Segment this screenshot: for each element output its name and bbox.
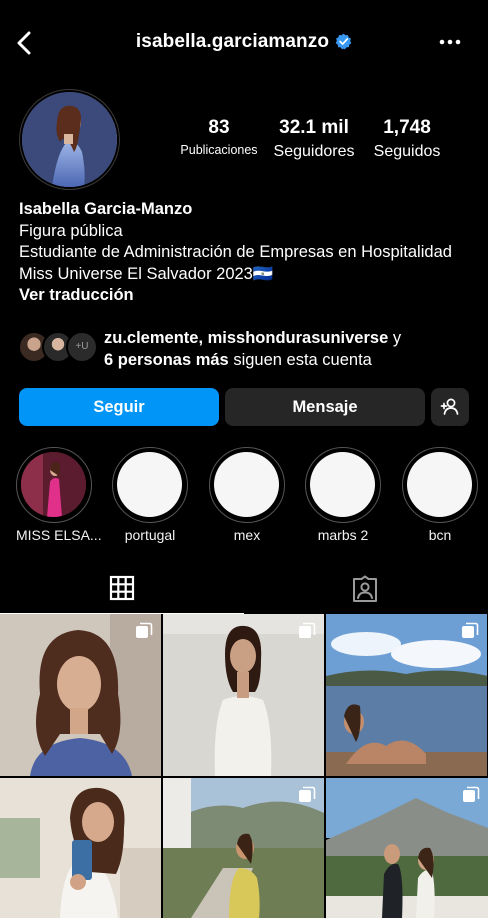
- top-bar: isabella.garciamanzo: [0, 0, 488, 88]
- highlight-label: portugal: [124, 527, 176, 543]
- highlight-label: marbs 2: [317, 527, 369, 543]
- flag-emoji: 🇸🇻: [252, 264, 274, 283]
- profile-username-title: isabella.garciamanzo: [0, 31, 488, 53]
- suggest-users-button[interactable]: [431, 388, 469, 426]
- verified-badge-icon: [335, 33, 352, 50]
- highlight-cover: [21, 452, 86, 517]
- following-count: 1,748: [383, 117, 431, 138]
- mutual-followers: zu.clemente, misshondurasuniverse: [104, 329, 389, 347]
- add-person-icon: [440, 398, 459, 415]
- profile-avatar[interactable]: [22, 92, 117, 187]
- post-thumbnail[interactable]: [0, 778, 161, 918]
- highlight-ring: [402, 447, 478, 523]
- carousel-icon: [136, 622, 153, 638]
- highlight-cover: [117, 452, 182, 517]
- highlight-ring: [16, 447, 92, 523]
- post-thumbnail[interactable]: [326, 778, 488, 918]
- followers-label: Seguidores: [273, 143, 355, 160]
- following-label: Seguidos: [373, 143, 441, 160]
- see-translation-link[interactable]: Ver traducción: [19, 285, 452, 307]
- followed-by-text: zu.clemente, misshondurasuniverse y 6 pe…: [104, 328, 401, 371]
- followed-by-suffix: siguen esta cuenta: [228, 350, 372, 369]
- highlight-ring: [305, 447, 381, 523]
- bio-line-2-text: Miss Universe El Salvador 2023: [19, 264, 253, 283]
- post-thumbnail[interactable]: [163, 614, 324, 776]
- highlight-cover: [407, 452, 472, 517]
- highlight-photo: [21, 452, 86, 517]
- followers-count: 32.1 mil: [279, 117, 349, 138]
- username-text: isabella.garciamanzo: [135, 31, 330, 52]
- highlight-ring: [209, 447, 285, 523]
- profile-bio: Isabella Garcia-Manzo Figura pública Est…: [19, 199, 452, 307]
- followed-by-line-2: 6 personas más siguen esta cuenta: [104, 350, 401, 372]
- carousel-icon: [299, 786, 316, 802]
- avatar-photo: [22, 92, 117, 187]
- tagged-icon: [353, 575, 377, 602]
- following-stat[interactable]: 1,748 Seguidos: [366, 117, 448, 161]
- highlight-label: bcn: [428, 527, 452, 543]
- post-thumbnail[interactable]: [0, 614, 161, 776]
- highlight-item[interactable]: portugal: [112, 447, 188, 543]
- carousel-icon: [462, 622, 479, 638]
- profile-tabs: [0, 566, 488, 614]
- post-thumbnail[interactable]: [163, 778, 324, 918]
- category-label: Figura pública: [19, 221, 123, 240]
- followed-by-conj: y: [388, 329, 402, 347]
- bio-line-2: Miss Universe El Salvador 2023🇸🇻: [19, 264, 452, 286]
- followed-by-line-1: zu.clemente, misshondurasuniverse y: [104, 328, 401, 350]
- highlight-item[interactable]: mex: [209, 447, 285, 543]
- tab-tagged[interactable]: [244, 566, 488, 614]
- posts-stat: 83 Publicaciones: [174, 117, 264, 157]
- highlight-cover: [214, 452, 279, 517]
- posts-grid: [0, 614, 488, 918]
- highlight-item[interactable]: bcn: [402, 447, 478, 543]
- follow-button[interactable]: Seguir: [19, 388, 219, 426]
- posts-count: 83: [208, 117, 230, 138]
- highlight-item[interactable]: marbs 2: [305, 447, 381, 543]
- more-options-icon[interactable]: [438, 32, 462, 52]
- highlight-cover: [310, 452, 375, 517]
- post-image: [0, 778, 161, 918]
- followers-stat[interactable]: 32.1 mil Seguidores: [266, 117, 362, 161]
- grid-icon: [109, 575, 135, 601]
- highlight-ring: [112, 447, 188, 523]
- display-name: Isabella Garcia-Manzo: [19, 200, 193, 218]
- message-button[interactable]: Mensaje: [225, 388, 425, 426]
- highlight-label: mex: [233, 527, 261, 543]
- posts-label: Publicaciones: [180, 143, 258, 157]
- carousel-icon: [463, 786, 480, 802]
- highlight-item[interactable]: MISS ELSA...: [16, 447, 102, 543]
- plus-badge-text: +U: [75, 341, 89, 352]
- more-followers: 6 personas más: [104, 350, 229, 369]
- highlight-label: MISS ELSA...: [16, 527, 102, 543]
- follower-avatar-more: +U: [66, 331, 98, 363]
- bio-line-1: Estudiante de Administración de Empresas…: [19, 243, 452, 262]
- carousel-icon: [299, 622, 316, 638]
- post-thumbnail[interactable]: [326, 614, 487, 776]
- tab-posts-grid[interactable]: [0, 566, 244, 614]
